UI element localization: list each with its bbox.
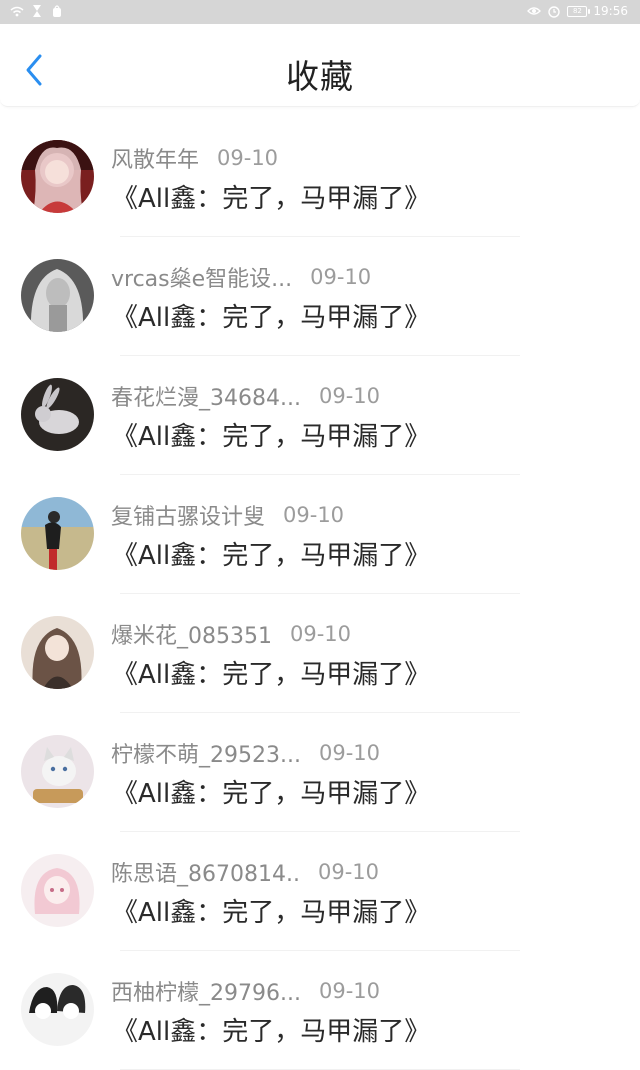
pink-anime-avatar bbox=[21, 854, 94, 927]
status-bar: 82 19:56 bbox=[0, 0, 640, 24]
work-title[interactable]: 《All鑫：完了，马甲漏了》 bbox=[112, 1011, 430, 1048]
couple-sketch-avatar bbox=[21, 973, 94, 1046]
username[interactable]: 爆米花_085351 bbox=[111, 618, 272, 650]
username[interactable]: 陈思语_8670814.. bbox=[111, 856, 300, 888]
wifi-icon bbox=[10, 6, 24, 17]
avatar[interactable] bbox=[21, 735, 94, 808]
page-title: 收藏 bbox=[286, 57, 354, 96]
username[interactable]: vrcas燊e智能设... bbox=[111, 261, 292, 293]
date-label: 09-10 bbox=[318, 384, 380, 408]
date-label: 09-10 bbox=[318, 979, 380, 1003]
work-title[interactable]: 《All鑫：完了，马甲漏了》 bbox=[112, 297, 430, 334]
blonde-bw-avatar bbox=[21, 259, 94, 332]
date-label: 09-10 bbox=[289, 622, 352, 646]
eye-icon bbox=[527, 7, 542, 15]
avatar[interactable] bbox=[21, 140, 94, 213]
avatar[interactable] bbox=[21, 854, 94, 927]
date-label: 09-10 bbox=[217, 146, 279, 170]
work-title[interactable]: 《All鑫：完了，马甲漏了》 bbox=[112, 654, 430, 691]
list-item[interactable]: 西柚柠檬_29796... 09-10 《All鑫：完了，马甲漏了》 bbox=[0, 951, 640, 1070]
username[interactable]: 风散年年 bbox=[111, 142, 199, 174]
avatar[interactable] bbox=[21, 616, 94, 689]
rabbit-avatar bbox=[21, 378, 94, 451]
hourglass-icon bbox=[33, 5, 41, 17]
avatar[interactable] bbox=[21, 497, 94, 570]
battery-icon: 82 bbox=[567, 5, 591, 17]
anime-girl-avatar bbox=[21, 616, 94, 689]
girl-red-avatar bbox=[21, 140, 94, 213]
username[interactable]: 西柚柠檬_29796... bbox=[111, 975, 301, 1007]
work-title[interactable]: 《All鑫：完了，马甲漏了》 bbox=[112, 773, 430, 810]
work-title[interactable]: 《All鑫：完了，马甲漏了》 bbox=[112, 178, 430, 215]
avatar[interactable] bbox=[21, 259, 94, 332]
cat-avatar bbox=[21, 735, 94, 808]
avatar[interactable] bbox=[21, 378, 94, 451]
list-item[interactable]: 陈思语_8670814.. 09-10 《All鑫：完了，马甲漏了》 bbox=[0, 832, 640, 951]
work-title[interactable]: 《All鑫：完了，马甲漏了》 bbox=[112, 892, 430, 929]
date-label: 09-10 bbox=[283, 503, 345, 527]
list-item[interactable]: 风散年年 09-10 《All鑫：完了，马甲漏了》 bbox=[0, 118, 640, 237]
username[interactable]: 春花烂漫_34684... bbox=[111, 380, 301, 412]
work-title[interactable]: 《All鑫：完了，马甲漏了》 bbox=[112, 535, 430, 572]
work-title[interactable]: 《All鑫：完了，马甲漏了》 bbox=[112, 416, 430, 453]
date-label: 09-10 bbox=[318, 741, 380, 765]
list-item[interactable]: 春花烂漫_34684... 09-10 《All鑫：完了，马甲漏了》 bbox=[0, 356, 640, 475]
date-label: 09-10 bbox=[310, 265, 372, 289]
list-item[interactable]: vrcas燊e智能设... 09-10 《All鑫：完了，马甲漏了》 bbox=[0, 237, 640, 356]
avatar[interactable] bbox=[21, 973, 94, 1046]
username[interactable]: 柠檬不萌_29523... bbox=[111, 737, 301, 769]
status-time: 19:56 bbox=[593, 4, 628, 18]
list-item[interactable]: 爆米花_085351 09-10 《All鑫：完了，马甲漏了》 bbox=[0, 594, 640, 713]
bag-icon bbox=[53, 5, 61, 17]
list-item[interactable]: 复铺古骡设计叟 09-10 《All鑫：完了，马甲漏了》 bbox=[0, 475, 640, 594]
date-label: 09-10 bbox=[317, 860, 379, 884]
header-bar: 收藏 bbox=[0, 24, 640, 107]
favorites-list: 风散年年 09-10 《All鑫：完了，马甲漏了》 vrcas燊e智能设... … bbox=[0, 118, 640, 1070]
alarm-icon bbox=[548, 6, 561, 18]
list-item[interactable]: 柠檬不萌_29523... 09-10 《All鑫：完了，马甲漏了》 bbox=[0, 713, 640, 832]
username[interactable]: 复铺古骡设计叟 bbox=[111, 499, 265, 531]
beach-girl-avatar bbox=[21, 497, 94, 570]
